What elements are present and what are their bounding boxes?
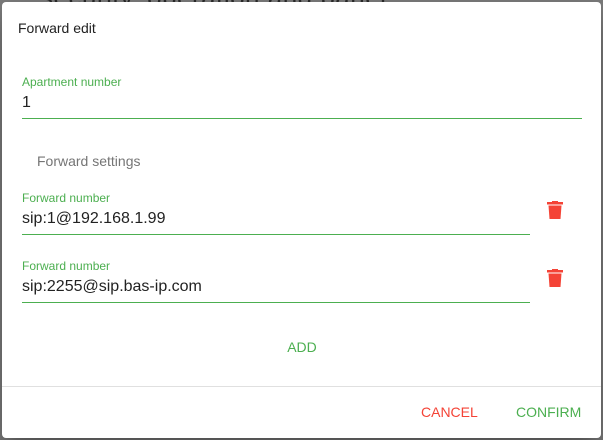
apartment-number-field[interactable]: Apartment number 1 xyxy=(22,75,582,119)
confirm-button[interactable]: CONFIRM xyxy=(516,400,581,424)
actions-divider xyxy=(2,386,601,387)
forward-number-label: Forward number xyxy=(22,259,111,273)
cancel-button[interactable]: CANCEL xyxy=(421,400,478,424)
forward-number-value[interactable]: sip:1@192.168.1.99 xyxy=(22,209,530,229)
forward-edit-dialog: Forward edit Apartment number 1 Forward … xyxy=(2,2,601,438)
apartment-number-value[interactable]: 1 xyxy=(22,93,582,113)
forward-number-label: Forward number xyxy=(22,191,111,205)
forward-number-field-2[interactable]: Forward number sip:2255@sip.bas-ip.com xyxy=(22,259,530,303)
trash-icon[interactable] xyxy=(547,269,563,287)
forward-settings-title: Forward settings xyxy=(37,153,141,169)
apartment-number-label: Apartment number xyxy=(22,75,122,89)
trash-icon[interactable] xyxy=(547,201,563,219)
forward-number-value[interactable]: sip:2255@sip.bas-ip.com xyxy=(22,277,530,297)
field-underline xyxy=(22,234,530,235)
add-forward-button[interactable]: ADD xyxy=(270,332,334,362)
field-underline xyxy=(22,302,530,303)
forward-number-field-1[interactable]: Forward number sip:1@192.168.1.99 xyxy=(22,191,530,235)
dialog-title: Forward edit xyxy=(18,20,96,36)
field-underline xyxy=(22,118,582,119)
